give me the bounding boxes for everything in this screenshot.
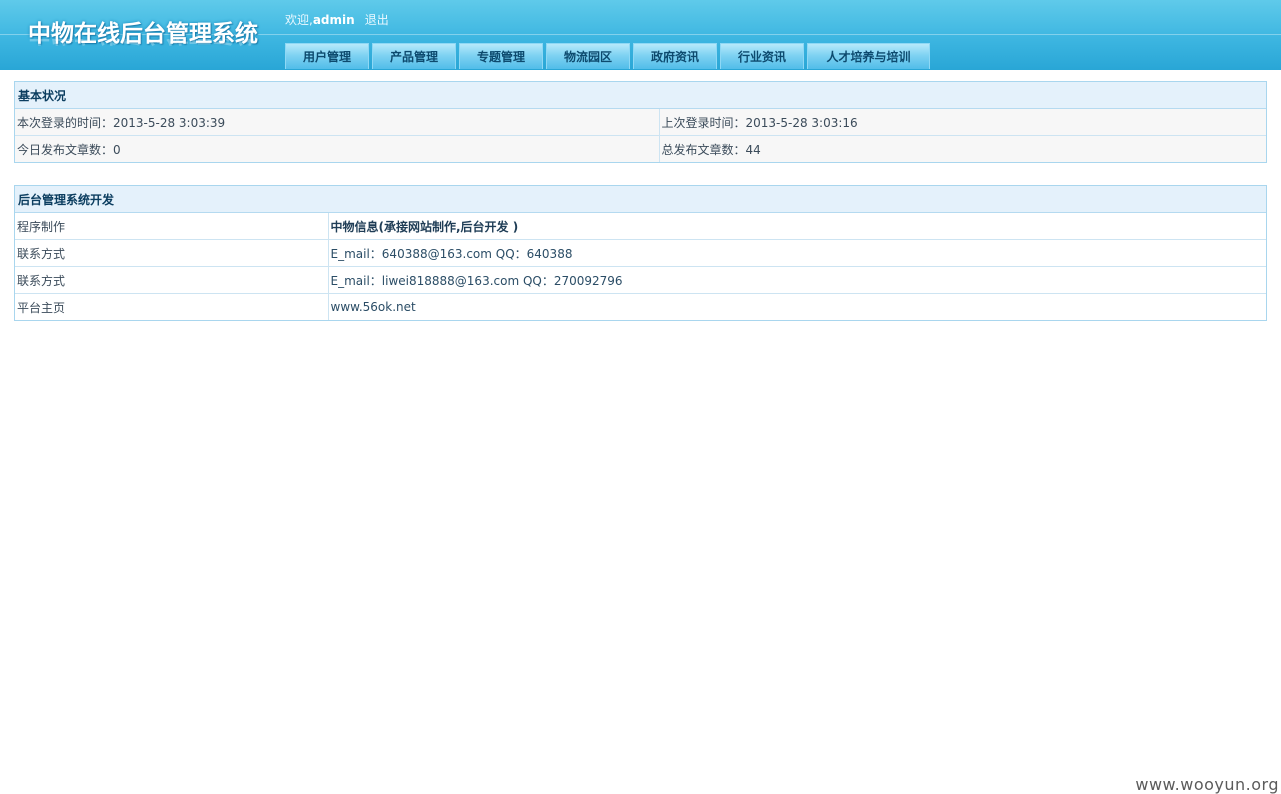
nav-tab-topic-management[interactable]: 专题管理 (459, 43, 543, 69)
nav-tab-industry-news[interactable]: 行业资讯 (720, 43, 804, 69)
row-label: 程序制作 (15, 212, 329, 240)
row-value: 中物信息(承接网站制作,后台开发 ) (328, 212, 1266, 240)
row-label: 联系方式 (15, 266, 329, 294)
nav-tab-user-management[interactable]: 用户管理 (285, 43, 369, 69)
logo-reflection: 中物在线后台管理系统 (28, 39, 258, 53)
row-label: 联系方式 (15, 239, 329, 267)
welcome-bar: 欢迎,admin 退出 (285, 11, 389, 28)
table-row: 联系方式 E_mail：640388@163.com QQ：640388 (15, 239, 1266, 267)
nav-tab-product-management[interactable]: 产品管理 (372, 43, 456, 69)
last-login-time: 上次登录时间：2013-5-28 3:03:16 (659, 108, 1266, 136)
today-post-count: 今日发布文章数：0 (15, 135, 660, 162)
basic-status-title: 基本状况 (15, 82, 1266, 109)
current-login-time: 本次登录的时间：2013-5-28 3:03:39 (15, 108, 660, 136)
main-nav: 用户管理 产品管理 专题管理 物流园区 政府资讯 行业资讯 人才培养与培训 (285, 43, 933, 70)
developer-info-panel: 后台管理系统开发 程序制作 中物信息(承接网站制作,后台开发 ) 联系方式 E_… (14, 185, 1267, 321)
table-row: 联系方式 E_mail：liwei818888@163.com QQ：27009… (15, 266, 1266, 294)
total-post-count: 总发布文章数：44 (659, 135, 1266, 162)
watermark: www.wooyun.org (1135, 775, 1279, 794)
homepage-link[interactable]: www.56ok.net (328, 294, 1266, 321)
row-value: E_mail：640388@163.com QQ：640388 (328, 239, 1266, 267)
nav-tab-talent-training[interactable]: 人才培养与培训 (807, 43, 930, 69)
logout-link[interactable]: 退出 (365, 13, 389, 27)
nav-tab-government-news[interactable]: 政府资讯 (633, 43, 717, 69)
table-row: 平台主页 www.56ok.net (15, 293, 1266, 321)
row-label: 平台主页 (15, 293, 329, 320)
username: admin (312, 13, 355, 27)
nav-tab-logistics-park[interactable]: 物流园区 (546, 43, 630, 69)
header: 中物在线后台管理系统 中物在线后台管理系统 欢迎,admin 退出 用户管理 产品… (0, 0, 1281, 70)
row-value: E_mail：liwei818888@163.com QQ：270092796 (328, 266, 1266, 294)
logo: 中物在线后台管理系统 中物在线后台管理系统 (28, 14, 268, 64)
developer-info-title: 后台管理系统开发 (15, 186, 1266, 213)
basic-status-panel: 基本状况 本次登录的时间：2013-5-28 3:03:39 上次登录时间：20… (14, 81, 1267, 163)
welcome-prefix: 欢迎, (285, 13, 313, 27)
table-row: 程序制作 中物信息(承接网站制作,后台开发 ) (15, 212, 1266, 240)
